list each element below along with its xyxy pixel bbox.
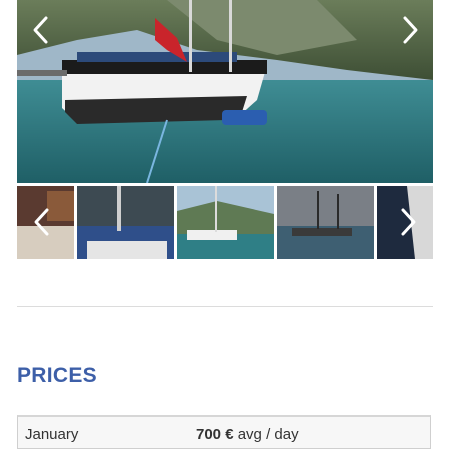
section-divider	[17, 306, 433, 307]
thumbnail-2[interactable]	[77, 186, 174, 259]
thumbnail-image	[77, 186, 174, 259]
price-value: 700 €	[196, 426, 234, 443]
chevron-right-icon	[401, 208, 416, 236]
thumbnail-image	[277, 186, 374, 259]
chevron-left-icon	[33, 16, 48, 44]
thumbnail-prev-arrow[interactable]	[27, 202, 57, 242]
gallery-main-photo[interactable]	[17, 0, 433, 183]
chevron-left-icon	[34, 208, 49, 236]
thumbnail-image	[177, 186, 274, 259]
gallery-next-arrow[interactable]	[395, 10, 425, 50]
prices-heading: PRICES	[17, 364, 97, 387]
price-amount: 700 € avg / day	[196, 426, 299, 443]
boat-photo	[17, 0, 433, 183]
price-row: January 700 € avg / day	[17, 415, 431, 449]
gallery-prev-arrow[interactable]	[26, 10, 56, 50]
chevron-right-icon	[403, 16, 418, 44]
thumbnail-5[interactable]	[377, 186, 433, 259]
price-unit: avg / day	[233, 426, 299, 443]
thumbnail-3[interactable]	[177, 186, 274, 259]
thumbnail-1[interactable]	[17, 186, 74, 259]
thumbnail-next-arrow[interactable]	[393, 202, 423, 242]
price-month: January	[25, 426, 79, 443]
thumbnail-4[interactable]	[277, 186, 374, 259]
